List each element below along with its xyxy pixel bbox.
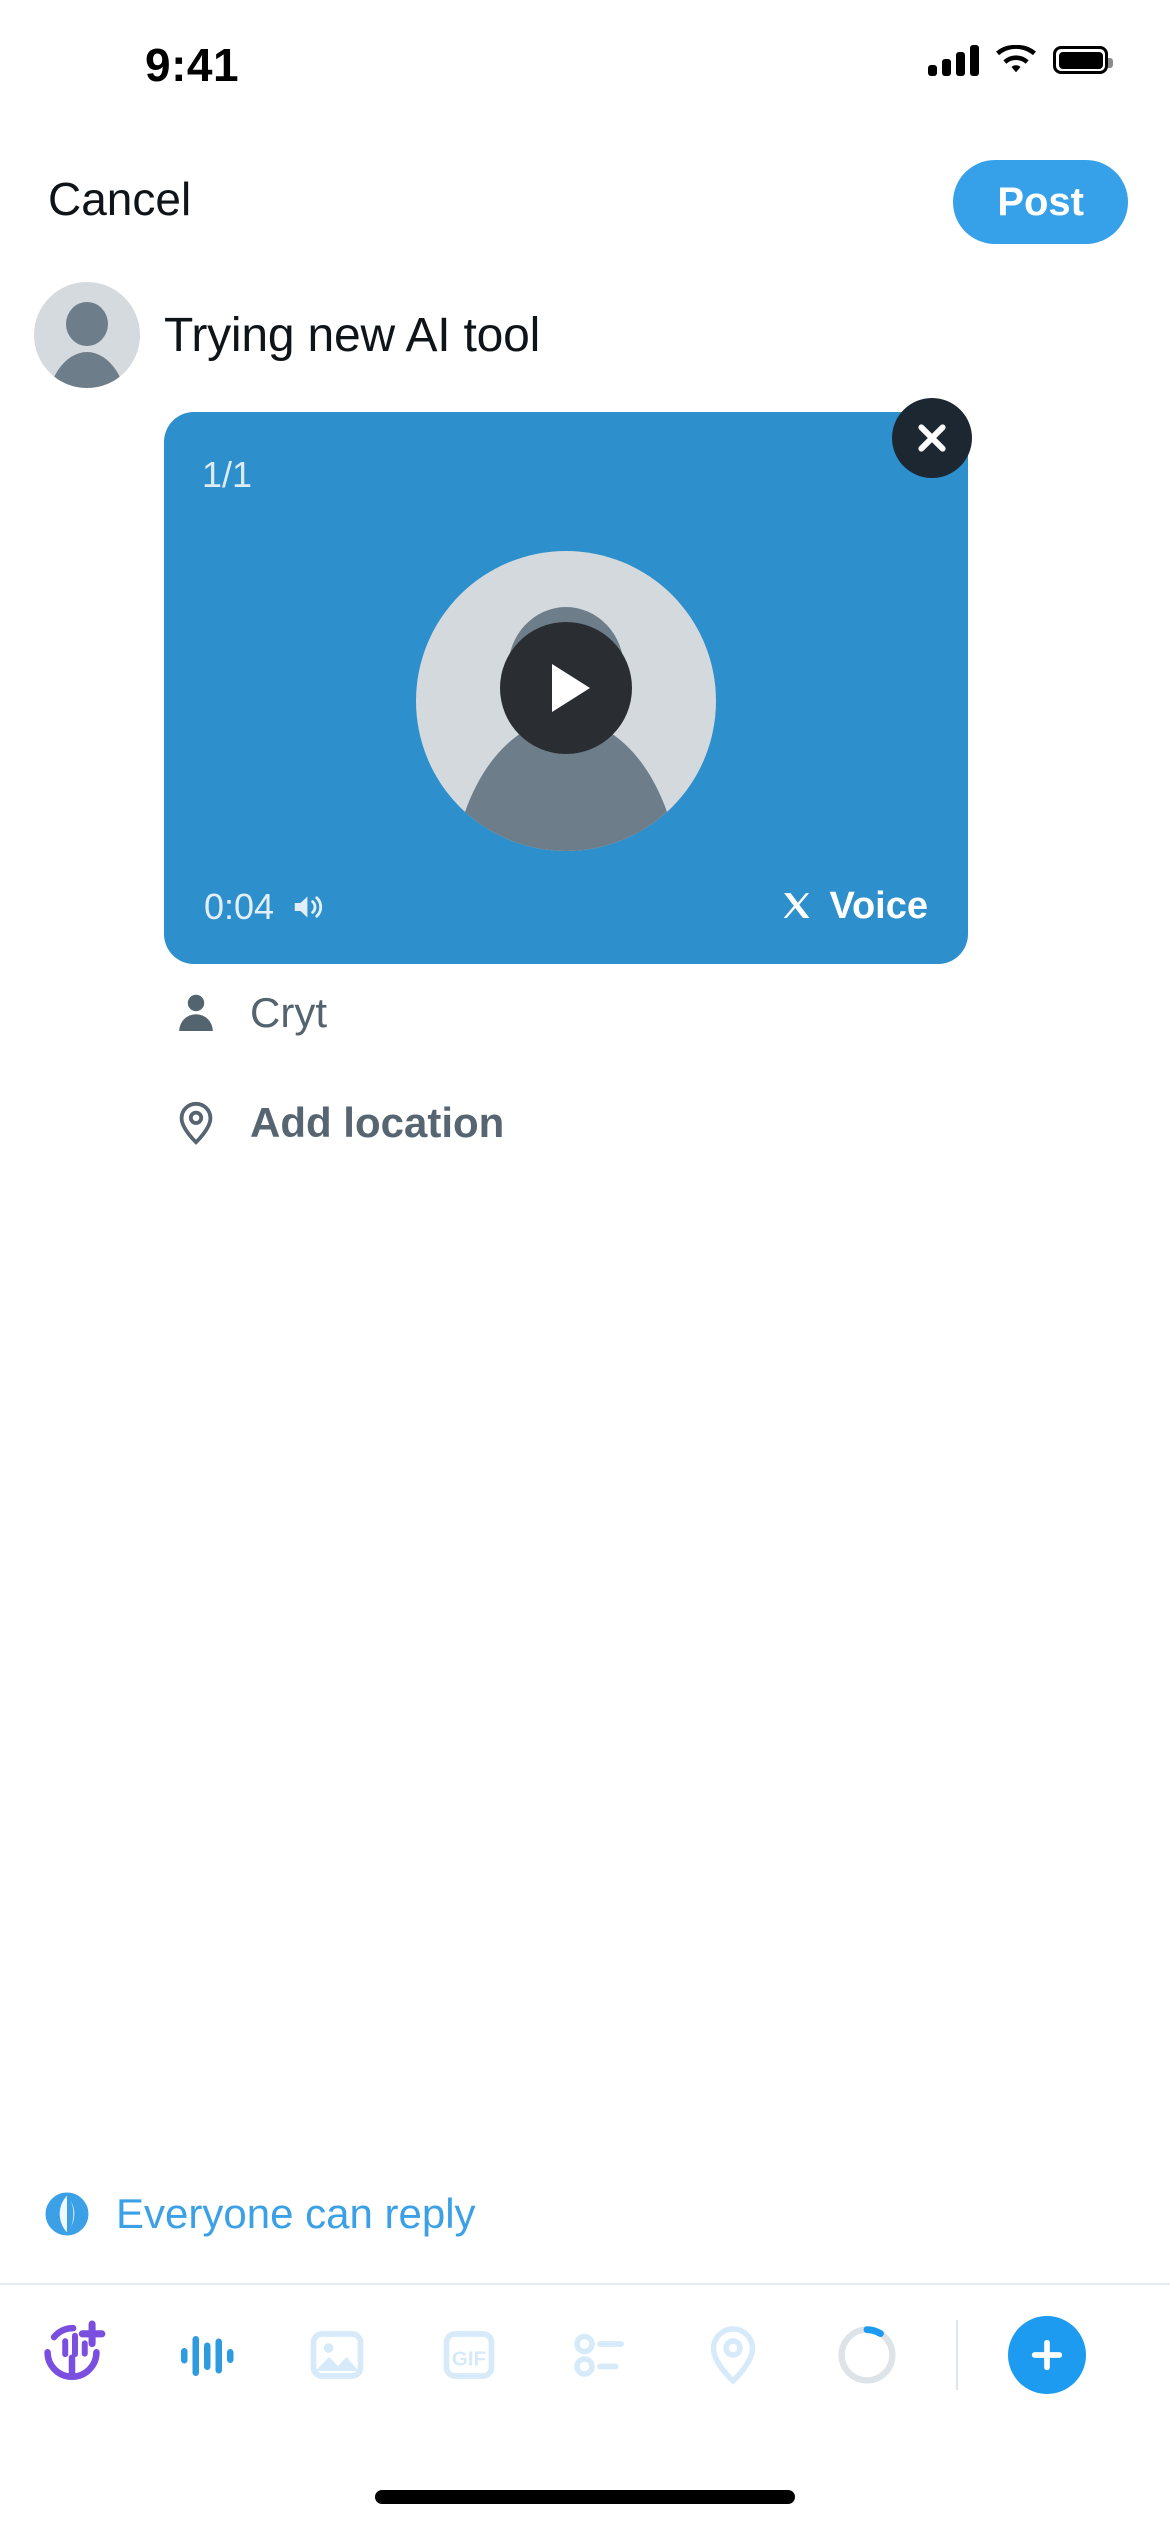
play-icon[interactable] <box>500 622 632 754</box>
compose-post-screen: 9:41 Cancel Post Trying new AI tool 1/1 … <box>0 0 1170 2532</box>
image-icon[interactable] <box>302 2320 372 2390</box>
gif-icon[interactable]: GIF <box>434 2320 504 2390</box>
close-icon[interactable] <box>892 398 972 478</box>
reply-setting-label: Everyone can reply <box>116 2190 476 2237</box>
toolbar-separator <box>956 2320 958 2390</box>
location-pin-icon <box>168 1095 224 1151</box>
voice-brand-label: Voice <box>829 885 928 927</box>
avatar <box>34 282 140 388</box>
compose-row: Trying new AI tool <box>34 282 1134 388</box>
media-page-indicator: 1/1 <box>202 454 253 495</box>
add-post-button[interactable] <box>1008 2316 1086 2394</box>
cellular-bars-icon <box>928 44 979 76</box>
author-label: Cryt <box>250 989 327 1036</box>
location-pin-icon[interactable] <box>698 2320 768 2390</box>
add-location-label: Add location <box>250 1099 505 1146</box>
home-indicator <box>375 2490 795 2504</box>
author-row[interactable]: Cryt <box>168 985 327 1041</box>
add-location-row[interactable]: Add location <box>168 1095 504 1151</box>
voice-media-card[interactable]: 1/1 0:04 Voice <box>164 398 972 964</box>
battery-full-icon <box>1053 46 1113 74</box>
post-button[interactable]: Post <box>953 160 1128 244</box>
grok-voice-add-icon[interactable] <box>34 2317 110 2393</box>
status-bar-time: 9:41 <box>145 39 240 91</box>
speaker-icon[interactable] <box>290 888 328 926</box>
voice-brand-tag: Voice <box>781 885 928 928</box>
status-bar-icons <box>928 44 1113 76</box>
navigation-bar: Cancel Post <box>0 150 1170 260</box>
compose-toolbar: GIF <box>0 2285 1170 2425</box>
person-icon <box>168 985 224 1041</box>
x-logo-icon <box>781 890 815 924</box>
reply-setting-row[interactable]: Everyone can reply <box>44 2190 476 2238</box>
cancel-button[interactable]: Cancel <box>48 172 191 226</box>
compose-text-input[interactable]: Trying new AI tool <box>164 308 540 363</box>
character-count-ring[interactable] <box>830 2318 904 2392</box>
audio-waveform-icon[interactable] <box>170 2320 240 2390</box>
status-bar: 9:41 <box>0 0 1170 100</box>
wifi-icon <box>995 44 1037 76</box>
duration-group: 0:04 <box>204 886 328 928</box>
poll-icon[interactable] <box>566 2320 636 2390</box>
globe-icon <box>44 2191 90 2237</box>
svg-text:GIF: GIF <box>452 2347 486 2370</box>
media-footer: 0:04 Voice <box>164 885 968 928</box>
media-duration: 0:04 <box>204 885 275 927</box>
